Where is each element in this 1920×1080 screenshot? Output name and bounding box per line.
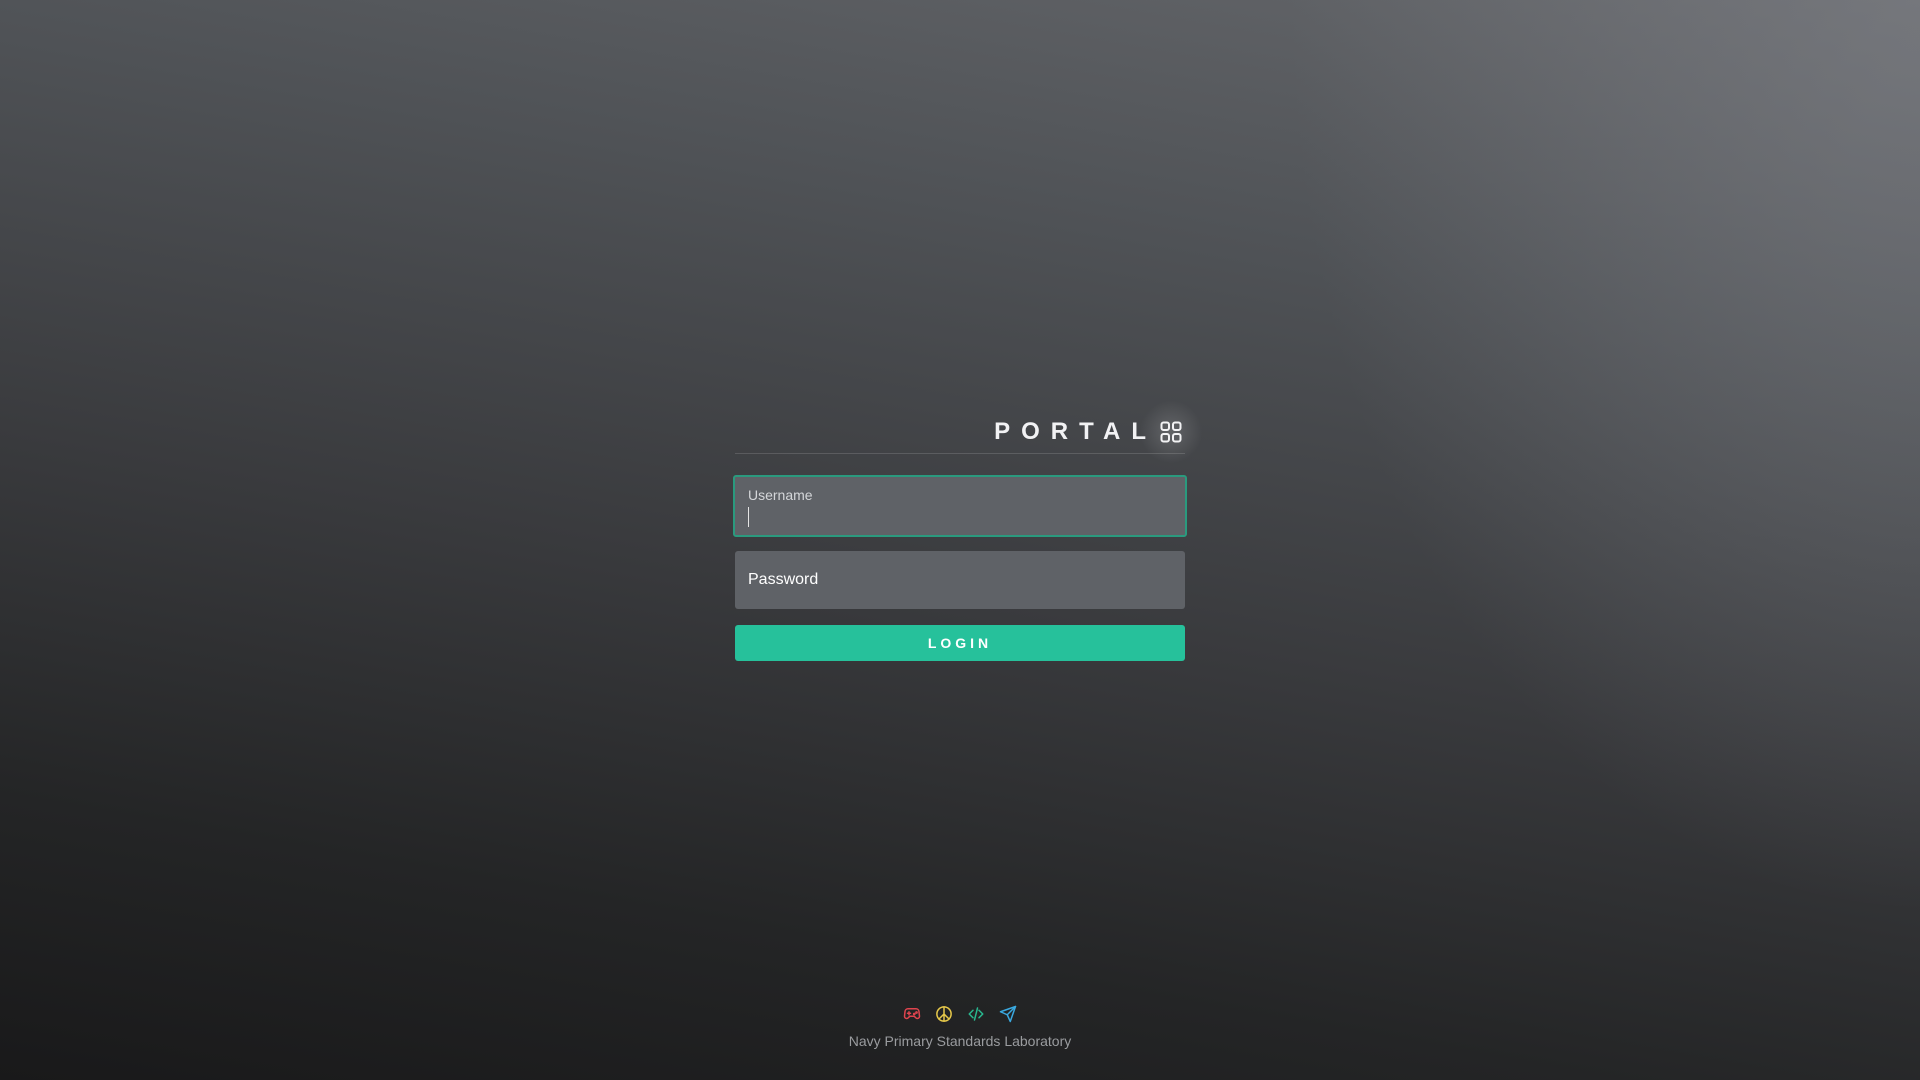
footer: Navy Primary Standards Laboratory xyxy=(0,1003,1920,1049)
username-input[interactable] xyxy=(735,477,1185,535)
login-panel: PORTAL Username Password LOGIN xyxy=(733,397,1205,661)
password-input[interactable] xyxy=(735,551,1185,609)
peace-icon[interactable] xyxy=(935,1005,953,1023)
send-icon[interactable] xyxy=(999,1005,1017,1023)
gamepad-icon[interactable] xyxy=(903,1005,921,1023)
footer-icons xyxy=(903,1003,1017,1025)
brand-title: PORTAL xyxy=(994,417,1157,445)
grid-icon xyxy=(1137,397,1205,466)
brand-header: PORTAL xyxy=(735,397,1205,466)
password-field[interactable]: Password xyxy=(735,551,1185,609)
code-icon[interactable] xyxy=(967,1005,985,1023)
username-field[interactable]: Username xyxy=(733,475,1187,537)
login-button[interactable]: LOGIN xyxy=(735,625,1185,661)
footer-text: Navy Primary Standards Laboratory xyxy=(848,1033,1072,1049)
